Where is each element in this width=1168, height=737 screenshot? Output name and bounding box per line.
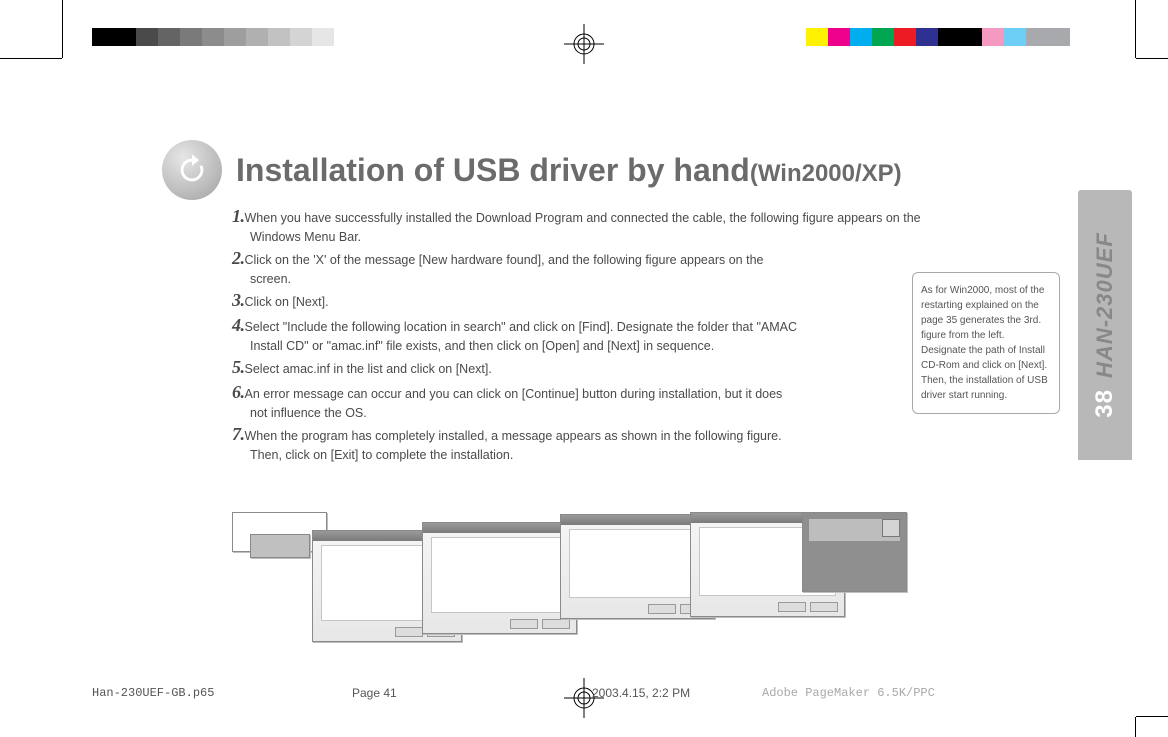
- step-text-cont: Install CD" or "amac.inf" file exists, a…: [250, 339, 932, 353]
- swatch: [828, 28, 850, 46]
- page-side-tab: 38 HAN-230UEF: [1078, 190, 1132, 460]
- instruction-step: 3.Click on [Next].: [232, 290, 932, 311]
- swatch: [158, 28, 180, 46]
- swatch: [850, 28, 872, 46]
- swatch: [938, 28, 960, 46]
- swatch: [1004, 28, 1026, 46]
- step-number: 2.: [232, 248, 245, 268]
- step-number: 1.: [232, 206, 245, 226]
- step-number: 4.: [232, 315, 245, 335]
- step-text: Click on [Next].: [245, 295, 329, 309]
- step-text: When the program has completely installe…: [245, 429, 782, 443]
- step-number: 3.: [232, 290, 245, 310]
- step-text: An error message can occur and you can c…: [245, 387, 783, 401]
- screenshot-thumbnail: [250, 534, 310, 558]
- crop-mark: [1136, 716, 1168, 717]
- swatch: [202, 28, 224, 46]
- note-box: As for Win2000, most of the restarting e…: [912, 272, 1060, 414]
- footer-datetime: 2003.4.15, 2:2 PM: [592, 686, 762, 700]
- imposition-footer: Han-230UEF-GB.p65 Page 41 2003.4.15, 2:2…: [92, 686, 1108, 700]
- crop-mark: [1135, 0, 1136, 58]
- step-text-cont: screen.: [250, 272, 932, 286]
- swatch: [1048, 28, 1070, 46]
- screenshot-thumbnail: [422, 522, 577, 634]
- swatch: [806, 28, 828, 46]
- swatch: [290, 28, 312, 46]
- swatch: [334, 28, 356, 46]
- side-model-code: HAN-230UEF: [1092, 232, 1117, 378]
- swatch: [136, 28, 158, 46]
- crop-mark: [1135, 717, 1136, 737]
- swatch: [356, 28, 378, 46]
- swatch: [960, 28, 982, 46]
- step-text: When you have successfully installed the…: [245, 211, 921, 225]
- instruction-step: 5.Select amac.inf in the list and click …: [232, 357, 932, 378]
- swatch: [180, 28, 202, 46]
- step-number: 6.: [232, 382, 245, 402]
- swatch: [1026, 28, 1048, 46]
- color-colorbar: [806, 28, 1070, 46]
- step-number: 5.: [232, 357, 245, 377]
- instruction-steps: 1.When you have successfully installed t…: [232, 206, 932, 466]
- swatch: [224, 28, 246, 46]
- registration-mark-icon: [564, 24, 604, 64]
- step-text-cont: Then, click on [Exit] to complete the in…: [250, 448, 932, 462]
- swatch: [916, 28, 938, 46]
- swatch: [872, 28, 894, 46]
- swatch: [92, 28, 114, 46]
- step-number: 7.: [232, 424, 245, 444]
- instruction-step: 4.Select "Include the following location…: [232, 315, 932, 353]
- instruction-step: 6.An error message can occur and you can…: [232, 382, 932, 420]
- swatch: [894, 28, 916, 46]
- refresh-circle-icon: [162, 140, 222, 200]
- swatch: [378, 28, 400, 46]
- grayscale-colorbar: [92, 28, 400, 46]
- screenshot-strip: [232, 512, 902, 662]
- swatch: [268, 28, 290, 46]
- swatch: [982, 28, 1004, 46]
- note-text: As for Win2000, most of the restarting e…: [921, 285, 1048, 401]
- step-text: Select amac.inf in the list and click on…: [245, 362, 492, 376]
- instruction-step: 7.When the program has completely instal…: [232, 424, 932, 462]
- instruction-step: 2.Click on the 'X' of the message [New h…: [232, 248, 932, 286]
- step-text: Click on the 'X' of the message [New har…: [245, 253, 764, 267]
- screenshot-thumbnail: [802, 512, 907, 592]
- footer-app: Adobe PageMaker 6.5K/PPC: [762, 686, 935, 700]
- instruction-step: 1.When you have successfully installed t…: [232, 206, 932, 244]
- page-title: Installation of USB driver by hand(Win20…: [236, 152, 902, 189]
- crop-mark: [62, 0, 63, 58]
- footer-page: Page 41: [352, 686, 592, 700]
- page-title-row: Installation of USB driver by hand(Win20…: [162, 140, 902, 200]
- step-text-cont: Windows Menu Bar.: [250, 230, 932, 244]
- step-text-cont: not influence the OS.: [250, 406, 932, 420]
- crop-mark: [1136, 58, 1168, 59]
- footer-filename: Han-230UEF-GB.p65: [92, 686, 352, 700]
- swatch: [312, 28, 334, 46]
- swatch: [246, 28, 268, 46]
- side-page-number: 38: [1091, 389, 1118, 418]
- swatch: [114, 28, 136, 46]
- crop-mark: [0, 58, 62, 59]
- step-text: Select "Include the following location i…: [245, 320, 798, 334]
